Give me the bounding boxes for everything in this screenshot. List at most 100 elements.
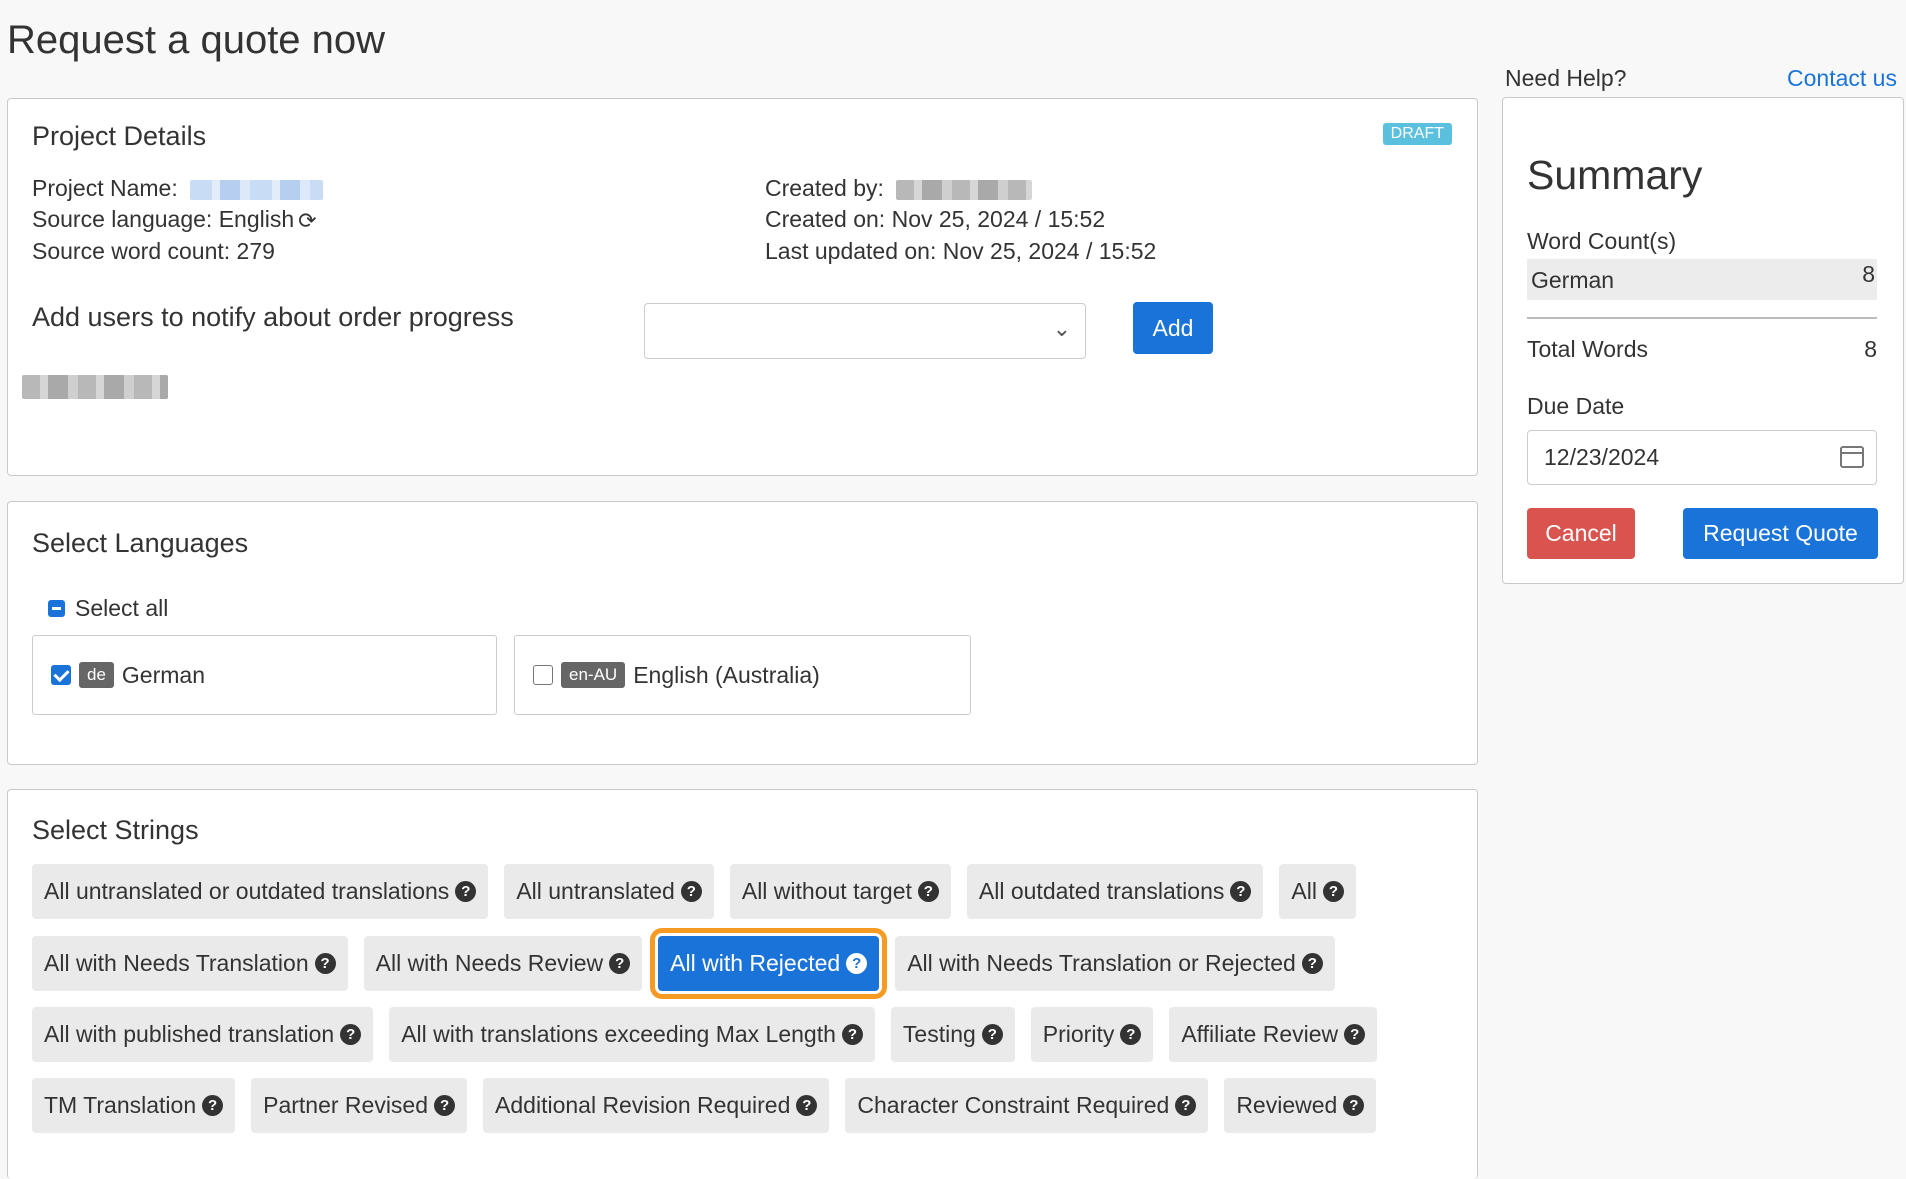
contact-us-link[interactable]: Contact us	[1787, 65, 1897, 92]
filter-chip[interactable]: All with translations exceeding Max Leng…	[389, 1007, 875, 1062]
created-by-label: Created by:	[765, 175, 884, 201]
notify-user-select[interactable]: ⌄	[644, 303, 1086, 359]
filter-chip-label: All untranslated or outdated translation…	[44, 878, 450, 904]
select-languages-panel: Select Languages Select all de German en…	[7, 501, 1478, 765]
filter-chip[interactable]: Reviewed?	[1224, 1078, 1377, 1133]
filter-chip[interactable]: Priority?	[1030, 1007, 1154, 1062]
last-updated: Last updated on: Nov 25, 2024 / 15:52	[765, 238, 1157, 264]
refresh-icon[interactable]: ⟳	[298, 208, 316, 234]
summary-title: Summary	[1527, 152, 1703, 198]
question-circle-icon[interactable]: ?	[1344, 1024, 1366, 1045]
language-code-badge: de	[79, 662, 114, 688]
request-quote-button[interactable]: Request Quote	[1683, 508, 1878, 559]
question-circle-icon[interactable]: ?	[841, 1024, 863, 1045]
filter-chip[interactable]: Additional Revision Required?	[483, 1078, 830, 1133]
select-strings-title: Select Strings	[32, 815, 199, 845]
indeterminate-checkbox-icon[interactable]	[48, 600, 65, 617]
filter-chip-label: Additional Revision Required	[495, 1092, 791, 1118]
question-circle-icon[interactable]: ?	[340, 1024, 362, 1045]
filter-chip[interactable]: All with Needs Translation or Rejected?	[895, 936, 1335, 991]
question-circle-icon[interactable]: ?	[455, 881, 477, 902]
question-circle-icon[interactable]: ?	[917, 881, 939, 902]
filter-chip[interactable]: All with Needs Review?	[363, 936, 643, 991]
filter-chip[interactable]: All without target?	[729, 864, 951, 919]
filter-chip-label: Affiliate Review	[1181, 1021, 1339, 1047]
question-circle-icon[interactable]: ?	[981, 1024, 1003, 1045]
filter-chip[interactable]: All untranslated or outdated translation…	[32, 864, 489, 919]
source-language-text: Source language: English	[32, 206, 295, 232]
select-strings-panel: Select Strings All untranslated or outda…	[7, 789, 1478, 1179]
select-all-label: Select all	[75, 595, 169, 621]
word-count-row: German 8	[1527, 259, 1877, 300]
filter-chip[interactable]: Testing?	[890, 1007, 1015, 1062]
filter-row: All untranslated or outdated translation…	[32, 864, 1356, 919]
filter-chip[interactable]: Character Constraint Required?	[845, 1078, 1209, 1133]
filter-chip-label: Reviewed	[1236, 1092, 1338, 1118]
redacted-project-name	[190, 179, 324, 200]
language-checkbox-de[interactable]	[51, 665, 71, 685]
add-user-button[interactable]: Add	[1133, 302, 1213, 354]
question-circle-icon[interactable]: ?	[1120, 1024, 1142, 1045]
cancel-button[interactable]: Cancel	[1527, 508, 1635, 559]
filter-row: All with published translation? All with…	[32, 1007, 1378, 1062]
question-circle-icon[interactable]: ?	[796, 1095, 818, 1116]
due-date-label: Due Date	[1527, 393, 1625, 419]
question-circle-icon[interactable]: ?	[314, 953, 336, 974]
filter-chip-label: Partner Revised	[263, 1092, 429, 1118]
question-circle-icon[interactable]: ?	[1175, 1095, 1197, 1116]
question-circle-icon[interactable]: ?	[609, 953, 631, 974]
filter-chip-label: Character Constraint Required	[857, 1092, 1170, 1118]
word-count-language: German	[1531, 267, 1615, 293]
filter-chip-label: Testing	[902, 1021, 976, 1047]
question-circle-icon[interactable]: ?	[1322, 881, 1344, 902]
page-title: Request a quote now	[7, 18, 386, 62]
filter-chip-active[interactable]: All with Rejected?	[650, 928, 888, 999]
status-badge: DRAFT	[1382, 123, 1452, 145]
language-name: English (Australia)	[633, 661, 820, 688]
project-name-label: Project Name:	[32, 175, 178, 201]
question-circle-icon[interactable]: ?	[434, 1095, 456, 1116]
select-languages-title: Select Languages	[32, 528, 249, 558]
word-count-value: 8	[1862, 261, 1875, 287]
calendar-icon[interactable]	[1840, 446, 1864, 468]
chevron-down-icon: ⌄	[1052, 316, 1071, 341]
filter-chip[interactable]: All untranslated?	[504, 864, 714, 919]
question-circle-icon[interactable]: ?	[1301, 953, 1323, 974]
question-circle-icon[interactable]: ?	[202, 1095, 224, 1116]
language-name: German	[121, 661, 206, 688]
word-count-label: Word Count(s)	[1527, 228, 1677, 254]
redacted-notify-user	[22, 375, 168, 399]
question-circle-icon[interactable]: ?	[1230, 881, 1252, 902]
language-card-de[interactable]: de German	[32, 635, 497, 715]
need-help-label: Need Help?	[1505, 65, 1627, 91]
created-by-row: Created by:	[765, 175, 1033, 202]
notify-users-label: Add users to notify about order progress	[32, 302, 514, 332]
filter-row: All with Needs Translation? All with Nee…	[32, 928, 1335, 999]
filter-chip[interactable]: All with Needs Translation?	[32, 936, 348, 991]
filter-chip[interactable]: TM Translation?	[32, 1078, 236, 1133]
filter-chip-label: All without target	[741, 878, 912, 904]
filter-chip[interactable]: All outdated translations?	[966, 864, 1264, 919]
language-card-en-au[interactable]: en-AU English (Australia)	[514, 635, 971, 715]
summary-panel: Summary Word Count(s) German 8 Total Wor…	[1502, 97, 1904, 584]
question-circle-icon[interactable]: ?	[1343, 1095, 1365, 1116]
filter-chip[interactable]: Affiliate Review?	[1169, 1007, 1378, 1062]
filter-chip-label: All outdated translations	[978, 878, 1225, 904]
source-language-row: Source language: English ⟳	[32, 206, 317, 234]
filter-chip-label: All with Needs Translation	[44, 950, 309, 976]
filter-chip-label: TM Translation	[44, 1092, 197, 1118]
filter-chip-label: All with translations exceeding Max Leng…	[401, 1021, 836, 1047]
filter-chip-label: Priority	[1042, 1021, 1115, 1047]
filter-chip[interactable]: Partner Revised?	[251, 1078, 468, 1133]
filter-chip[interactable]: All?	[1279, 864, 1356, 919]
question-circle-icon[interactable]: ?	[680, 881, 702, 902]
filter-chip-label: All	[1291, 878, 1317, 904]
filter-chip-label: All with Needs Review	[375, 950, 604, 976]
filter-chip[interactable]: All with published translation?	[32, 1007, 374, 1062]
total-words-label: Total Words	[1527, 336, 1649, 362]
due-date-input[interactable]: 12/23/2024	[1527, 430, 1877, 485]
filter-chip-label: All with published translation	[44, 1021, 335, 1047]
select-all-toggle[interactable]: Select all	[48, 595, 168, 622]
language-checkbox-en-au[interactable]	[533, 665, 553, 685]
question-circle-icon[interactable]: ?	[846, 953, 868, 974]
